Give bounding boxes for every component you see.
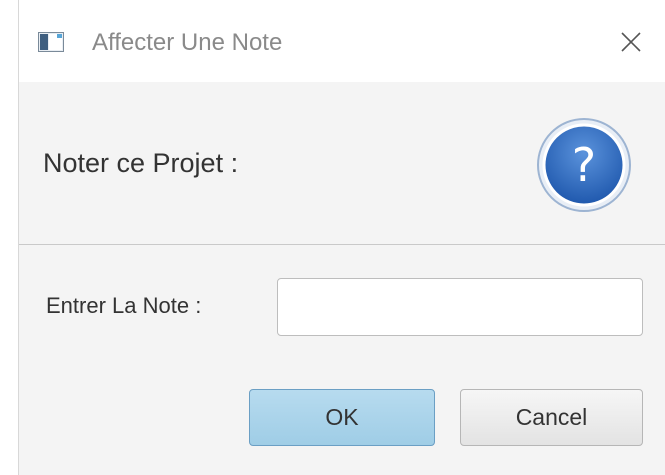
question-mark-icon: ?: [537, 118, 631, 212]
svg-text:?: ?: [572, 138, 596, 192]
window-app-icon: [38, 32, 64, 52]
note-input[interactable]: [277, 278, 643, 336]
cancel-button[interactable]: Cancel: [460, 389, 643, 446]
dialog-header: Noter ce Projet : ?: [19, 82, 665, 245]
title-bar: Affecter Une Note: [19, 0, 665, 82]
header-text: Noter ce Projet :: [43, 148, 239, 178]
ok-button[interactable]: OK: [249, 389, 435, 446]
window-title: Affecter Une Note: [92, 29, 283, 56]
close-icon[interactable]: [613, 24, 649, 60]
dialog-window: Affecter Une Note Noter ce Projet : ? En…: [18, 0, 665, 475]
note-field-label: Entrer La Note :: [46, 293, 202, 318]
